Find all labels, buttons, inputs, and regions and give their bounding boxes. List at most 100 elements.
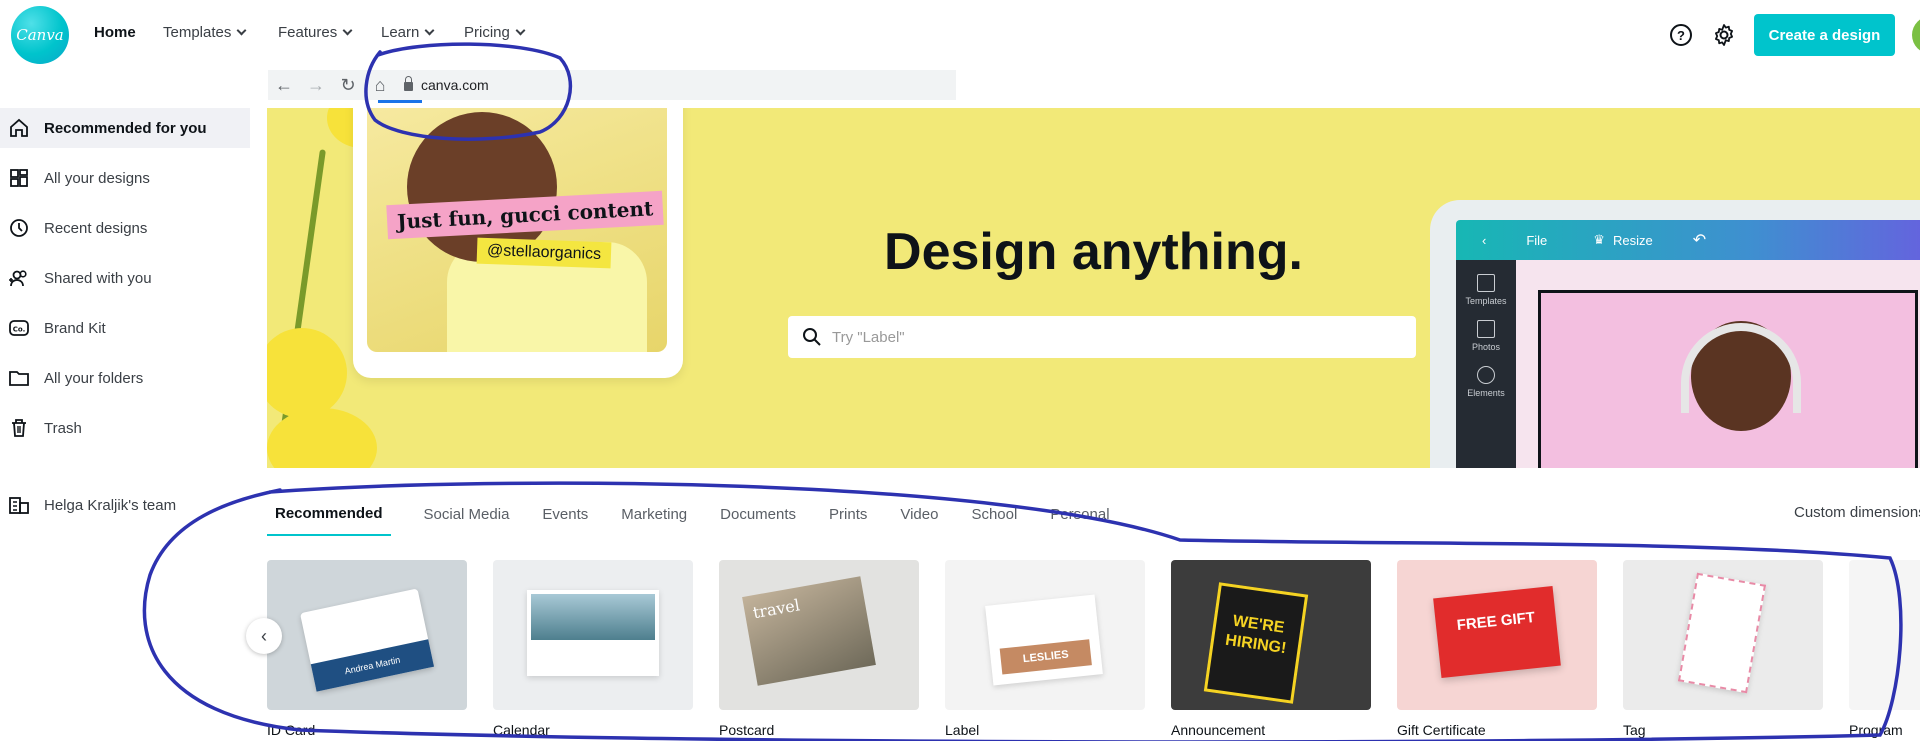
back-icon[interactable]: ← [268, 75, 300, 96]
logo-text: Canva [16, 26, 64, 44]
nav-templates-label: Templates [163, 24, 232, 41]
home-icon[interactable]: ⌂ [364, 75, 396, 96]
browser-address-bar: ← → ↻ ⌂ canva.com [268, 70, 956, 100]
sidebar-item-trash[interactable]: Trash [0, 408, 250, 448]
sidebar-item-label: Recent designs [44, 219, 148, 237]
template-label: Postcard [719, 722, 775, 738]
sidebar: Recommended for you All your designs Rec… [0, 108, 250, 458]
label-sheet: LESLIES [985, 594, 1103, 686]
tool-label: Elements [1467, 388, 1505, 398]
template-label: Label [945, 722, 980, 738]
tab-school[interactable]: School [971, 496, 1017, 536]
sidebar-item-folders[interactable]: All your folders [0, 358, 250, 398]
url-text: canva.com [421, 77, 489, 93]
nav-learn-label: Learn [381, 24, 420, 41]
template-thumbnail [1623, 560, 1823, 710]
template-card-tag[interactable]: Tag [1623, 560, 1823, 738]
category-tabs: Recommended Social Media Events Marketin… [267, 496, 1143, 536]
trash-icon [12, 419, 26, 437]
gift-card: FREE GIFT [1433, 585, 1561, 679]
template-card-calendar[interactable]: Calendar [493, 560, 693, 738]
flower-decoration [267, 328, 347, 418]
tab-personal[interactable]: Personal [1050, 496, 1109, 536]
nav-pricing-label: Pricing [464, 24, 510, 41]
nav-templates[interactable]: Templates [163, 24, 247, 41]
tab-documents[interactable]: Documents [720, 496, 796, 536]
nav-features[interactable]: Features [278, 24, 353, 41]
template-label: Tag [1623, 722, 1646, 738]
template-card-announcement[interactable]: WE'RE HIRING! Announcement [1171, 560, 1371, 738]
team-switcher[interactable]: Helga Kraljik's team [0, 490, 176, 520]
template-thumbnail: FREE GIFT [1397, 560, 1597, 710]
canva-logo[interactable]: Canva [11, 6, 69, 64]
sidebar-item-label: Shared with you [44, 269, 152, 287]
canvas-frame [1538, 290, 1918, 468]
carousel-prev-button[interactable]: ‹ [246, 618, 282, 654]
tab-social-media[interactable]: Social Media [424, 496, 510, 536]
template-card-postcard[interactable]: travel Postcard [719, 560, 919, 738]
reload-icon[interactable]: ↻ [332, 75, 364, 96]
sidebar-item-label: Trash [44, 419, 82, 437]
crown-icon: ♛ [1593, 232, 1605, 247]
chevron-left-icon: ‹ [1482, 232, 1487, 248]
create-design-button[interactable]: Create a design [1754, 14, 1895, 56]
editor-tool-photos: Photos [1456, 320, 1516, 352]
sidebar-item-brand-kit[interactable]: Co. Brand Kit [0, 308, 250, 348]
template-label: ID Card [267, 722, 316, 738]
editor-tool-templates: Templates [1456, 274, 1516, 306]
tab-recommended[interactable]: Recommended [267, 496, 391, 536]
nav-pricing[interactable]: Pricing [464, 24, 526, 41]
nav-learn[interactable]: Learn [381, 24, 435, 41]
svg-text:Co.: Co. [13, 326, 26, 334]
sidebar-item-label: All your folders [44, 369, 144, 387]
tool-label: Templates [1465, 296, 1507, 306]
gear-icon[interactable] [1712, 23, 1736, 47]
team-name: Helga Kraljik's team [44, 496, 177, 514]
elements-icon [1477, 366, 1495, 384]
nav-home-label: Home [94, 24, 136, 41]
chevron-left-icon: ‹ [261, 625, 267, 646]
help-icon[interactable]: ? [1670, 24, 1692, 46]
template-thumbnail: WE'RE HIRING! [1171, 560, 1371, 710]
editor-tool-elements: Elements [1456, 366, 1516, 398]
editor-menu-resize: Resize [1612, 232, 1653, 248]
avatar[interactable] [1912, 16, 1920, 54]
search-input[interactable] [832, 328, 1392, 346]
sidebar-item-recommended[interactable]: Recommended for you [0, 108, 250, 148]
template-card-label[interactable]: LESLIES Label [945, 560, 1145, 738]
design-search[interactable] [788, 316, 1416, 358]
badge-name: Andrea Martin [310, 639, 435, 692]
undo-icon: ↶ [1692, 232, 1707, 249]
tab-video[interactable]: Video [900, 496, 938, 536]
team-icon [9, 497, 29, 514]
clock-icon [10, 219, 28, 237]
tab-events[interactable]: Events [542, 496, 588, 536]
template-card-program[interactable]: Program [1849, 560, 1920, 738]
forward-icon[interactable]: → [300, 75, 332, 96]
hiring-poster: WE'RE HIRING! [1203, 582, 1309, 704]
tab-marketing[interactable]: Marketing [621, 496, 687, 536]
sidebar-item-all-designs[interactable]: All your designs [0, 158, 250, 198]
template-thumbnail: travel [719, 560, 919, 710]
template-label: Calendar [493, 722, 550, 738]
chevron-down-icon [424, 25, 435, 36]
nav-home[interactable]: Home [94, 24, 136, 41]
template-thumbnail: LESLIES [945, 560, 1145, 710]
template-carousel: Andrea Martin ID Card Calendar travel Po… [267, 560, 1920, 741]
custom-dimensions-link[interactable]: Custom dimensions [1794, 504, 1920, 521]
editor-toolbar: Templates Photos Elements [1456, 260, 1516, 468]
label-text: LESLIES [1022, 648, 1070, 666]
calendar-page [527, 590, 659, 676]
sidebar-item-recent[interactable]: Recent designs [0, 208, 250, 248]
template-card-gift-certificate[interactable]: FREE GIFT Gift Certificate [1397, 560, 1597, 738]
home-tab-indicator [378, 100, 422, 103]
template-card-id-card[interactable]: Andrea Martin ID Card [267, 560, 467, 738]
tab-prints[interactable]: Prints [829, 496, 867, 536]
url-field[interactable]: canva.com [404, 76, 489, 93]
photos-icon [1477, 320, 1495, 338]
template-thumbnail: Andrea Martin [267, 560, 467, 710]
top-navigation: Canva Home Templates Features Learn Pric… [0, 0, 1920, 70]
sidebar-item-shared[interactable]: Shared with you [0, 258, 250, 298]
id-badge: Andrea Martin [299, 588, 435, 692]
templates-icon [1477, 274, 1495, 292]
